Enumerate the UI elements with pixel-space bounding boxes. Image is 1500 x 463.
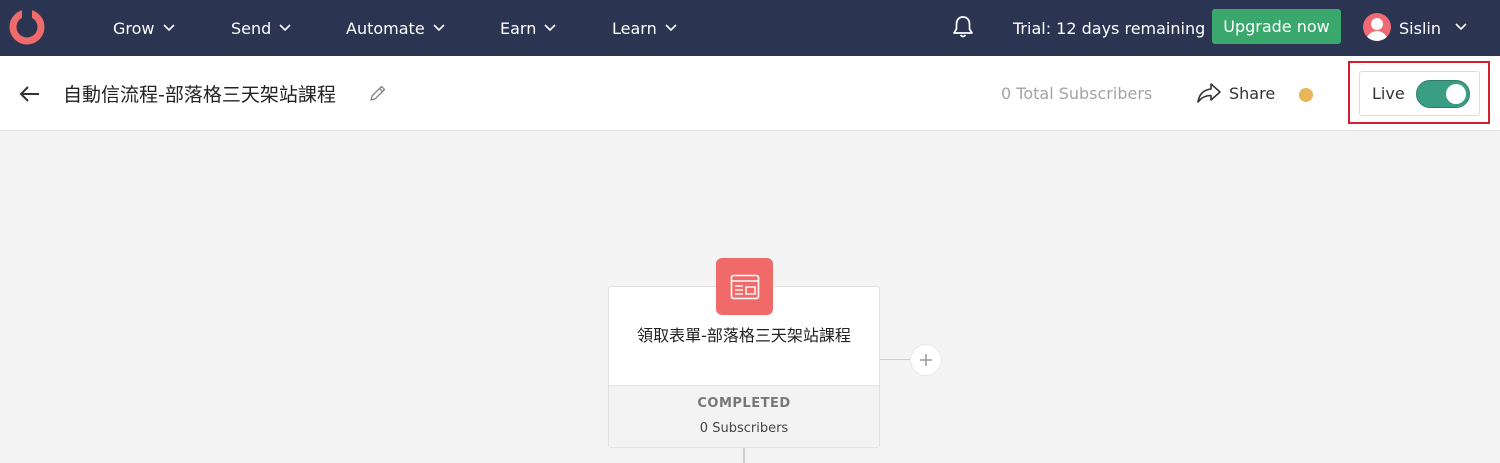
chevron-down-icon bbox=[544, 24, 556, 32]
node-title: 領取表單-部落格三天架站課程 bbox=[637, 326, 851, 345]
chevron-down-icon bbox=[162, 24, 175, 32]
chevron-down-icon bbox=[665, 24, 677, 32]
total-subscribers: 0 Total Subscribers bbox=[1001, 84, 1153, 103]
toggle-knob bbox=[1446, 84, 1466, 104]
nav-earn[interactable]: Earn bbox=[500, 0, 556, 56]
convertkit-logo-icon[interactable] bbox=[8, 8, 46, 46]
node-footer: COMPLETED 0 Subscribers bbox=[609, 385, 879, 447]
share-button[interactable]: Share bbox=[1196, 80, 1275, 106]
avatar[interactable] bbox=[1363, 13, 1391, 41]
nav-send[interactable]: Send bbox=[231, 0, 291, 56]
sequence-header: 自動信流程-部落格三天架站課程 0 Total Subscribers Shar… bbox=[0, 56, 1500, 131]
upgrade-now-button[interactable]: Upgrade now bbox=[1212, 9, 1341, 44]
nav-automate[interactable]: Automate bbox=[346, 0, 445, 56]
form-window-icon bbox=[730, 274, 759, 299]
node-status: COMPLETED bbox=[697, 396, 791, 411]
connector-line bbox=[743, 448, 745, 463]
page-title: 自動信流程-部落格三天架站課程 bbox=[63, 84, 336, 106]
node-subscribers: 0 Subscribers bbox=[699, 421, 789, 436]
nav-learn[interactable]: Learn bbox=[612, 0, 677, 56]
bell-icon[interactable] bbox=[950, 14, 976, 40]
pencil-edit-icon[interactable] bbox=[368, 83, 388, 103]
connector-line bbox=[880, 359, 910, 360]
live-toggle[interactable] bbox=[1416, 80, 1470, 108]
back-arrow-icon[interactable] bbox=[18, 82, 42, 106]
top-navigation: Grow Send Automate Earn Learn Trial: 12 … bbox=[0, 0, 1500, 56]
user-avatar-icon bbox=[1366, 18, 1388, 41]
live-label: Live bbox=[1372, 84, 1405, 103]
share-arrow-icon bbox=[1197, 83, 1221, 103]
status-indicator-dot bbox=[1299, 88, 1313, 102]
plus-icon bbox=[920, 354, 932, 366]
user-name[interactable]: Sislin bbox=[1399, 0, 1441, 56]
chevron-down-icon bbox=[433, 24, 445, 32]
live-toggle-container: Live bbox=[1359, 71, 1480, 116]
chevron-down-icon[interactable] bbox=[1455, 23, 1467, 31]
trial-status: Trial: 12 days remaining bbox=[1013, 18, 1206, 38]
form-node-icon bbox=[716, 258, 773, 315]
chevron-down-icon bbox=[279, 24, 291, 32]
add-step-button[interactable] bbox=[910, 344, 942, 376]
nav-grow[interactable]: Grow bbox=[113, 0, 175, 56]
